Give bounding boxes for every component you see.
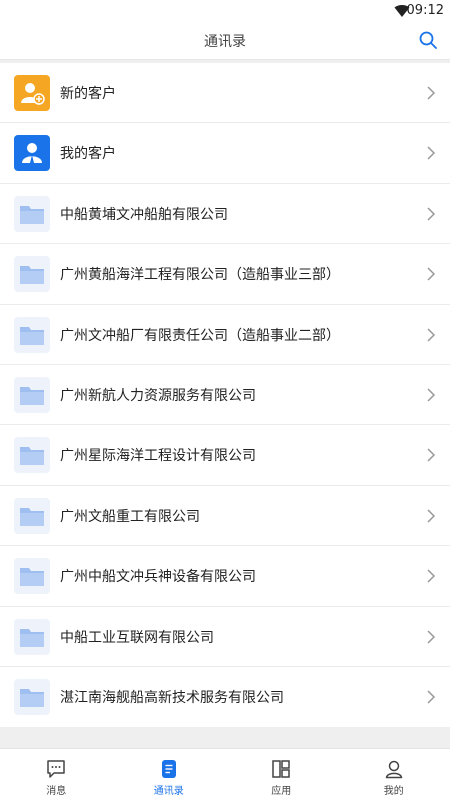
- folder-icon: [14, 497, 50, 534]
- list-item-label: 广州黄船海洋工程有限公司（造船事业三部）: [60, 267, 340, 284]
- chevron-right-icon: [427, 569, 436, 583]
- folder-icon: [14, 376, 50, 413]
- message-icon: [47, 760, 65, 778]
- list-item-label: 广州星际海洋工程设计有限公司: [60, 448, 256, 465]
- list-item-label: 广州中船文冲兵神设备有限公司: [60, 569, 256, 586]
- list-item-label: 中船工业互联网有限公司: [60, 629, 214, 646]
- list-item-label: 广州新航人力资源服务有限公司: [60, 387, 256, 404]
- chevron-right-icon: [427, 146, 436, 160]
- tab-label: 通讯录: [153, 786, 184, 797]
- list-item-label: 我的客户: [60, 146, 116, 163]
- search-icon[interactable]: [418, 30, 438, 50]
- page-title: 通讯录: [204, 34, 246, 50]
- contacts-icon: [161, 760, 176, 778]
- chevron-right-icon: [427, 207, 436, 221]
- tab-messages[interactable]: 消息: [0, 749, 113, 800]
- list-item-company[interactable]: 广州新航人力资源服务有限公司: [0, 365, 450, 426]
- tab-apps[interactable]: 应用: [225, 749, 338, 800]
- list-item-label: 广州文船重工有限公司: [60, 508, 200, 525]
- status-time: 09:12: [406, 3, 444, 18]
- list-item-company[interactable]: 广州文冲船厂有限责任公司（造船事业二部）: [0, 305, 450, 365]
- folder-icon: [14, 558, 50, 595]
- chevron-right-icon: [427, 448, 436, 462]
- folder-icon: [14, 437, 50, 474]
- tab-profile[interactable]: 我的: [338, 749, 450, 800]
- list-item-company[interactable]: 广州文船重工有限公司: [0, 486, 450, 547]
- tab-label: 消息: [46, 786, 67, 797]
- app-header: 通讯录: [0, 22, 450, 60]
- chevron-right-icon: [427, 86, 436, 100]
- tab-contacts[interactable]: 通讯录: [113, 749, 226, 800]
- chevron-right-icon: [427, 690, 436, 704]
- apps-icon: [272, 760, 290, 778]
- list-item-new-customers[interactable]: 新的客户: [0, 63, 450, 124]
- folder-icon: [14, 256, 50, 293]
- folder-icon: [14, 195, 50, 232]
- folder-icon: [14, 316, 50, 353]
- bottom-tab-bar: 消息 通讯录 应用 我的: [0, 748, 450, 800]
- add-user-icon: [14, 75, 50, 111]
- list-item-company[interactable]: 中船黄埔文冲船舶有限公司: [0, 184, 450, 245]
- list-item-company[interactable]: 广州黄船海洋工程有限公司（造船事业三部）: [0, 244, 450, 305]
- tab-label: 我的: [383, 786, 404, 797]
- chevron-right-icon: [427, 629, 436, 644]
- status-bar: 09:12: [0, 0, 450, 22]
- list-item-my-customers[interactable]: 我的客户: [0, 123, 450, 184]
- list-item-label: 新的客户: [60, 86, 116, 102]
- chevron-right-icon: [427, 328, 436, 342]
- folder-icon: [14, 678, 50, 715]
- list-item-label: 广州文冲船厂有限责任公司（造船事业二部）: [60, 327, 340, 344]
- list-item-company[interactable]: 广州星际海洋工程设计有限公司: [0, 425, 450, 486]
- list-item-company[interactable]: 湛江南海舰船高新技术服务有限公司: [0, 667, 450, 727]
- profile-icon: [385, 760, 402, 779]
- list-footer-spacer: [0, 727, 450, 748]
- chevron-right-icon: [427, 388, 436, 402]
- chevron-right-icon: [427, 509, 436, 523]
- list-item-company[interactable]: 广州中船文冲兵神设备有限公司: [0, 546, 450, 607]
- list-item-label: 中船黄埔文冲船舶有限公司: [60, 206, 228, 223]
- folder-icon: [14, 618, 50, 655]
- contact-list: 新的客户 我的客户 中船黄埔文冲船舶有限公司 广州黄船海洋工程有限公司（造船事业…: [0, 63, 450, 728]
- tab-label: 应用: [271, 786, 292, 797]
- list-item-label: 湛江南海舰船高新技术服务有限公司: [60, 689, 284, 706]
- chevron-right-icon: [427, 267, 436, 281]
- list-item-company[interactable]: 中船工业互联网有限公司: [0, 607, 450, 667]
- user-icon: [14, 135, 50, 172]
